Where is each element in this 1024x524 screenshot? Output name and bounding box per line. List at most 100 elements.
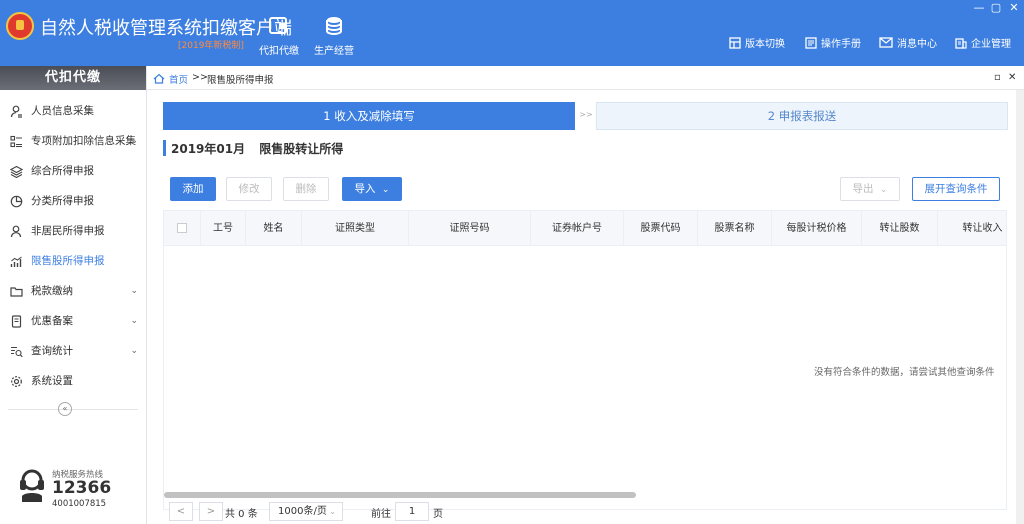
- gear-icon: [11, 376, 22, 387]
- sidebar-title: 代扣代缴: [0, 66, 146, 90]
- folder-icon: [10, 287, 23, 297]
- column-header[interactable]: 证照号码: [409, 211, 531, 246]
- chevron-down-icon: ⌄: [130, 346, 138, 356]
- column-header[interactable]: 证照类型: [302, 211, 409, 246]
- maximize-button[interactable]: ▢: [989, 2, 1003, 14]
- expand-query-button[interactable]: 展开查询条件: [912, 177, 1000, 201]
- hotline-number: 12366: [52, 478, 112, 498]
- step-income-deduction[interactable]: 1 收入及减除填写: [163, 102, 575, 130]
- column-header[interactable]: 转让股数: [862, 211, 938, 246]
- sidebar-item-nonresident-income[interactable]: 非居民所得申报: [0, 216, 146, 246]
- import-button[interactable]: 导入 ⌄: [342, 177, 402, 201]
- column-header[interactable]: 工号: [201, 211, 246, 246]
- select-all-checkbox[interactable]: [177, 223, 187, 233]
- sidebar-item-system-settings[interactable]: 系统设置: [0, 366, 146, 396]
- search-list-icon: [11, 346, 23, 358]
- step-indicator: 1 收入及减除填写 >> 2 申报表报送: [163, 102, 1008, 130]
- sidebar-item-query-statistics[interactable]: 查询统计 ⌄: [0, 336, 146, 366]
- section-title: 2019年01月 限售股转让所得: [163, 140, 353, 156]
- step-arrow: >>: [579, 110, 593, 119]
- version-switch-label: 版本切换: [745, 39, 785, 50]
- export-label: 导出: [852, 183, 874, 195]
- goto-prefix: 前往: [371, 509, 391, 520]
- manual-label: 操作手册: [821, 39, 861, 50]
- chevron-down-icon: ⌄: [130, 136, 138, 146]
- message-center-label: 消息中心: [897, 39, 937, 50]
- sidebar-item-preferential-filing[interactable]: 优惠备案 ⌄: [0, 306, 146, 336]
- breadcrumb-home-link[interactable]: 首页: [169, 72, 188, 86]
- sidebar: 代扣代缴 人员信息采集 专项附加扣除信息采集 ⌄ 综合所得申报 分类所得申报 非…: [0, 66, 147, 524]
- section-period: 2019年01月: [171, 142, 246, 156]
- column-header[interactable]: 证券帐户号: [531, 211, 624, 246]
- delete-button[interactable]: 删除: [283, 177, 329, 201]
- chevron-down-icon: ⌄: [329, 507, 336, 516]
- table-header: 工号 姓名 证照类型 证照号码 证券帐户号 股票代码 股票名称 每股计税价格 转…: [164, 211, 1006, 246]
- column-header[interactable]: 股票代码: [624, 211, 698, 246]
- nav-business-label: 生产经营: [314, 46, 354, 57]
- sidebar-item-label: 人员信息采集: [31, 105, 94, 117]
- bar-chart-icon: [10, 256, 22, 267]
- tax-emblem-icon: [6, 12, 34, 40]
- prev-page-button[interactable]: <: [169, 502, 193, 521]
- goto-suffix: 页: [433, 509, 443, 520]
- vertical-scrollbar[interactable]: [1016, 90, 1024, 524]
- app-header: 自然人税收管理系统扣缴客户端 [2019年新税制] 代扣代缴 生产经营 版本切换…: [0, 0, 1024, 66]
- edit-button[interactable]: 修改: [226, 177, 272, 201]
- sidebar-item-restricted-stock[interactable]: 限售股所得申报: [0, 246, 146, 276]
- next-page-button[interactable]: >: [199, 502, 223, 521]
- column-header[interactable]: 每股计税价格: [772, 211, 862, 246]
- sidebar-item-tax-payment[interactable]: 税款缴纳 ⌄: [0, 276, 146, 306]
- breadcrumb: 首页 >> 限售股所得申报 ▫ ✕: [147, 66, 1024, 90]
- manual-icon: [805, 36, 817, 49]
- chevron-down-icon: ⌄: [130, 316, 138, 326]
- version-switch-button[interactable]: 版本切换: [729, 35, 785, 50]
- sidebar-collapse-button[interactable]: «: [58, 402, 72, 416]
- version-switch-icon: [729, 36, 741, 49]
- close-window-button[interactable]: ✕: [1007, 2, 1021, 14]
- sidebar-item-label: 非居民所得申报: [31, 225, 105, 237]
- user-info-icon: [10, 105, 22, 118]
- horizontal-scrollbar[interactable]: [164, 492, 636, 498]
- column-header[interactable]: 股票名称: [698, 211, 772, 246]
- close-tab-button[interactable]: ✕: [1008, 72, 1016, 83]
- sidebar-item-comprehensive-income[interactable]: 综合所得申报: [0, 156, 146, 186]
- person-icon: [10, 225, 22, 238]
- manual-button[interactable]: 操作手册: [805, 35, 861, 50]
- page-number-input[interactable]: 1: [395, 502, 429, 521]
- app-window: 自然人税收管理系统扣缴客户端 [2019年新税制] 代扣代缴 生产经营 版本切换…: [0, 0, 1024, 524]
- minimize-button[interactable]: —: [972, 2, 986, 14]
- nav-withholding[interactable]: 代扣代缴: [256, 14, 302, 57]
- headset-icon: [20, 469, 44, 502]
- sidebar-item-person-info[interactable]: 人员信息采集: [0, 96, 146, 126]
- column-header[interactable]: 转让收入: [938, 211, 1006, 246]
- add-button[interactable]: 添加: [170, 177, 216, 201]
- sidebar-item-label: 专项附加扣除信息采集: [31, 135, 136, 147]
- import-label: 导入: [354, 183, 376, 195]
- enterprise-manage-button[interactable]: 企业管理: [955, 35, 1011, 50]
- layers-icon: [10, 165, 23, 178]
- coins-icon: [326, 17, 342, 36]
- nav-withholding-label: 代扣代缴: [259, 46, 299, 57]
- select-all-cell: [164, 211, 201, 246]
- nav-business[interactable]: 生产经营: [311, 14, 357, 57]
- pie-icon: [10, 195, 23, 208]
- page-size-select[interactable]: 1000条/页 ⌄: [269, 502, 343, 521]
- sidebar-item-label: 综合所得申报: [31, 165, 94, 177]
- sidebar-item-label: 税款缴纳: [31, 285, 73, 297]
- empty-state-text: 没有符合条件的数据，请尝试其他查询条件: [814, 367, 995, 378]
- sidebar-item-special-deduction[interactable]: 专项附加扣除信息采集 ⌄: [0, 126, 146, 156]
- sidebar-item-label: 分类所得申报: [31, 195, 94, 207]
- sidebar-item-classified-income[interactable]: 分类所得申报: [0, 186, 146, 216]
- sidebar-item-label: 系统设置: [31, 375, 73, 387]
- step-report-submit[interactable]: 2 申报表报送: [596, 102, 1008, 130]
- message-center-button[interactable]: 消息中心: [879, 35, 937, 50]
- chevron-down-icon: ⌄: [879, 185, 888, 195]
- export-button[interactable]: 导出 ⌄: [840, 177, 900, 201]
- wallet-icon: [269, 17, 287, 34]
- sidebar-item-label: 优惠备案: [31, 315, 73, 327]
- breadcrumb-current: 限售股所得申报: [207, 75, 274, 86]
- mail-icon: [879, 37, 893, 48]
- restore-tab-button[interactable]: ▫: [994, 72, 1001, 83]
- sidebar-item-label: 查询统计: [31, 345, 73, 357]
- column-header[interactable]: 姓名: [246, 211, 302, 246]
